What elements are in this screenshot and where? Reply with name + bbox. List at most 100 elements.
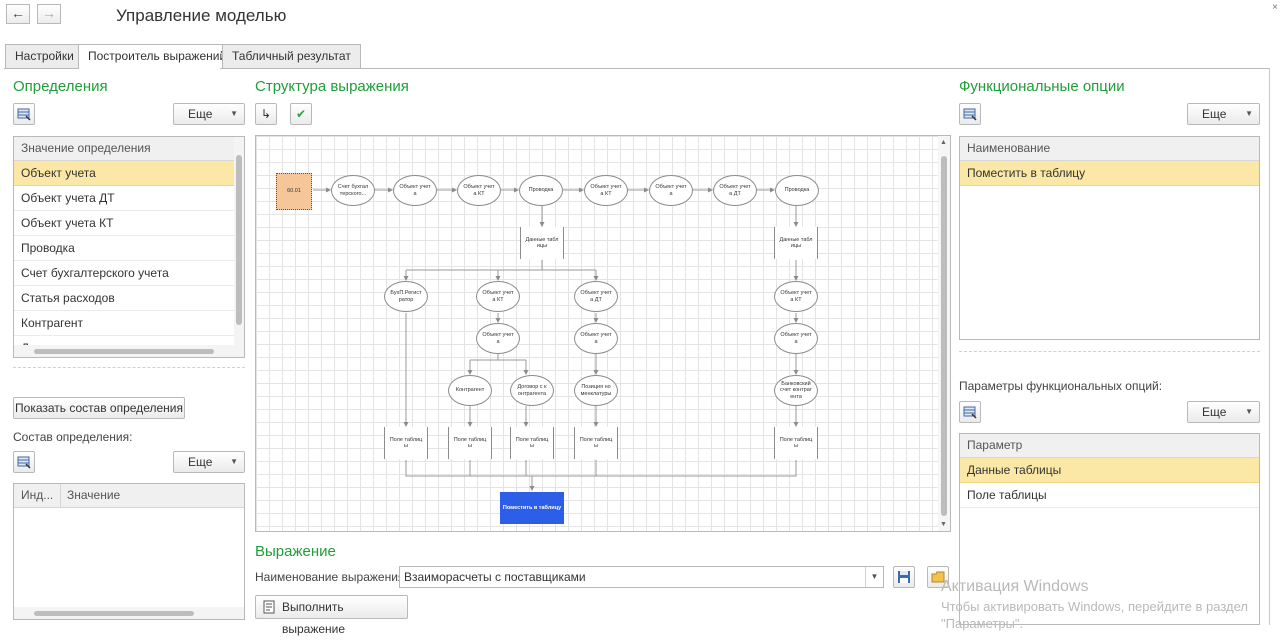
check-button[interactable]: ✔ [290, 103, 312, 125]
chevron-down-icon: ▼ [1245, 109, 1253, 118]
options-column-header: Наименование [960, 137, 1259, 161]
return-button[interactable]: ↳ [255, 103, 277, 125]
check-icon: ✔ [295, 107, 307, 121]
pick-composition-button[interactable] [13, 451, 35, 473]
save-icon [898, 571, 910, 583]
node-table-field[interactable]: Поле таблицы [510, 427, 554, 459]
pick-param-button[interactable] [959, 401, 981, 423]
node-accounting-object-dt[interactable]: Объект учета ДТ [574, 281, 618, 312]
tab-settings[interactable]: Настройки [5, 44, 84, 68]
functional-options-table: Наименование Поместить в таблицу [959, 136, 1260, 340]
column-value: Значение [67, 488, 121, 502]
table-icon [963, 406, 977, 419]
list-item[interactable]: Контрагент [14, 311, 234, 336]
back-arrow-icon: ← [11, 5, 25, 21]
forward-arrow-icon: → [42, 5, 56, 21]
tab-expression-builder[interactable]: Построитель выражений [78, 44, 237, 69]
node-put-into-table[interactable]: Поместить в таблицу [500, 492, 564, 524]
params-more-button[interactable]: Еще ▼ [1187, 401, 1260, 423]
pick-option-button[interactable] [959, 103, 981, 125]
node-posting[interactable]: Проводка [775, 175, 819, 206]
list-item[interactable]: Счет бухгалтерского учета [14, 261, 234, 286]
options-more-button[interactable]: Еще ▼ [1187, 103, 1260, 125]
node-table-field[interactable]: Поле таблицы [574, 427, 618, 459]
diagram-vscroll[interactable]: ▲ ▼ [938, 136, 950, 531]
definitions-hscroll[interactable] [14, 345, 244, 357]
list-item[interactable]: Статья расходов [14, 286, 234, 311]
expression-name-label: Наименование выражения: [255, 570, 408, 584]
node-table-field[interactable]: Поле таблицы [448, 427, 492, 459]
list-item[interactable]: Поле таблицы [960, 483, 1259, 508]
expression-heading: Выражение [255, 543, 336, 560]
activation-watermark-title: Активация Windows [941, 578, 1089, 595]
composition-label: Состав определения: [13, 430, 133, 444]
chevron-down-icon: ▼ [1245, 407, 1253, 416]
window-title: Управление моделью [116, 6, 287, 25]
node-table-field[interactable]: Поле таблицы [774, 427, 818, 459]
frame-border [1269, 68, 1270, 625]
chevron-down-icon: ▼ [230, 109, 238, 118]
node-account[interactable]: Счет бухгалтерского... [331, 175, 375, 206]
node-table-data[interactable]: Данные таблицы [520, 227, 564, 259]
functional-options-heading: Функциональные опции [959, 78, 1125, 95]
return-arrow-icon: ↳ [260, 107, 272, 121]
run-expression-button[interactable]: Выполнить выражение [255, 595, 408, 636]
column-index: Инд... [14, 484, 61, 507]
composition-more-button[interactable]: Еще ▼ [173, 451, 245, 473]
node-posting[interactable]: Проводка [519, 175, 563, 206]
node-accounting-object[interactable]: Объект учета [774, 323, 818, 354]
definitions-table: Значение определения Объект учета Объект … [13, 136, 245, 358]
params-column-header: Параметр [960, 434, 1259, 458]
back-button[interactable]: ← [6, 4, 30, 24]
list-item[interactable]: Объект учета КТ [14, 211, 234, 236]
node-start-account[interactable]: 60.01 [276, 173, 312, 210]
node-accounting-object[interactable]: Объект учета [574, 323, 618, 354]
node-registrar[interactable]: БухП.Регистратор [384, 281, 428, 312]
scroll-down-icon[interactable]: ▼ [940, 521, 947, 528]
definitions-vscroll[interactable] [234, 137, 244, 347]
table-icon [17, 108, 31, 121]
node-table-data[interactable]: Данные таблицы [774, 227, 818, 259]
node-accounting-object-kt[interactable]: Объект учета КТ [457, 175, 501, 206]
node-accounting-object[interactable]: Объект учета [649, 175, 693, 206]
save-expression-button[interactable] [893, 566, 915, 588]
scroll-up-icon[interactable]: ▲ [940, 139, 947, 146]
list-item[interactable]: Объект учета ДТ [14, 186, 234, 211]
table-icon [17, 456, 31, 469]
node-accounting-object[interactable]: Объект учета [476, 323, 520, 354]
params-table: Параметр Данные таблицы Поле таблицы [959, 433, 1260, 625]
expression-diagram[interactable]: 60.01 Счет бухгалтерского... Объект учет… [255, 135, 951, 532]
node-counterparty[interactable]: Контрагент [448, 375, 492, 406]
expression-name-field[interactable]: Взаиморасчеты с поставщиками ▼ [399, 566, 884, 588]
node-accounting-object-kt[interactable]: Объект учета КТ [476, 281, 520, 312]
composition-hscroll[interactable] [14, 607, 244, 619]
activation-watermark-text: Чтобы активировать Windows, перейдите в … [941, 599, 1248, 614]
node-contract[interactable]: Договор с контрагента [510, 375, 554, 406]
node-accounting-object[interactable]: Объект учета [393, 175, 437, 206]
node-table-field[interactable]: Поле таблицы [384, 427, 428, 459]
chevron-down-icon[interactable]: ▼ [865, 567, 883, 587]
node-accounting-object-kt[interactable]: Объект учета КТ [584, 175, 628, 206]
node-accounting-object-dt[interactable]: Объект учета ДТ [713, 175, 757, 206]
node-accounting-object-kt[interactable]: Объект учета КТ [774, 281, 818, 312]
list-item[interactable]: Поместить в таблицу [960, 161, 1259, 186]
node-nomenclature[interactable]: Позиция номенклатуры [574, 375, 618, 406]
forward-button[interactable]: → [37, 4, 61, 24]
close-icon[interactable]: × [1272, 2, 1278, 13]
list-item[interactable]: Проводка [14, 236, 234, 261]
node-bank-account[interactable]: Банковский счет контрагента [774, 375, 818, 406]
definitions-heading: Определения [13, 78, 108, 95]
definitions-column-header: Значение определения [14, 137, 244, 161]
document-icon [263, 600, 275, 614]
params-label: Параметры функциональных опций: [959, 379, 1163, 393]
table-icon [963, 108, 977, 121]
pick-definition-button[interactable] [13, 103, 35, 125]
tab-table-result[interactable]: Табличный результат [222, 44, 361, 68]
list-item[interactable]: Данные таблицы [960, 458, 1259, 483]
structure-heading: Структура выражения [255, 78, 409, 95]
list-item[interactable]: Объект учета [14, 161, 234, 186]
show-composition-button[interactable]: Показать состав определения [13, 397, 185, 419]
expression-name-value: Взаиморасчеты с поставщиками [404, 570, 586, 584]
definitions-more-button[interactable]: Еще ▼ [173, 103, 245, 125]
chevron-down-icon: ▼ [230, 457, 238, 466]
